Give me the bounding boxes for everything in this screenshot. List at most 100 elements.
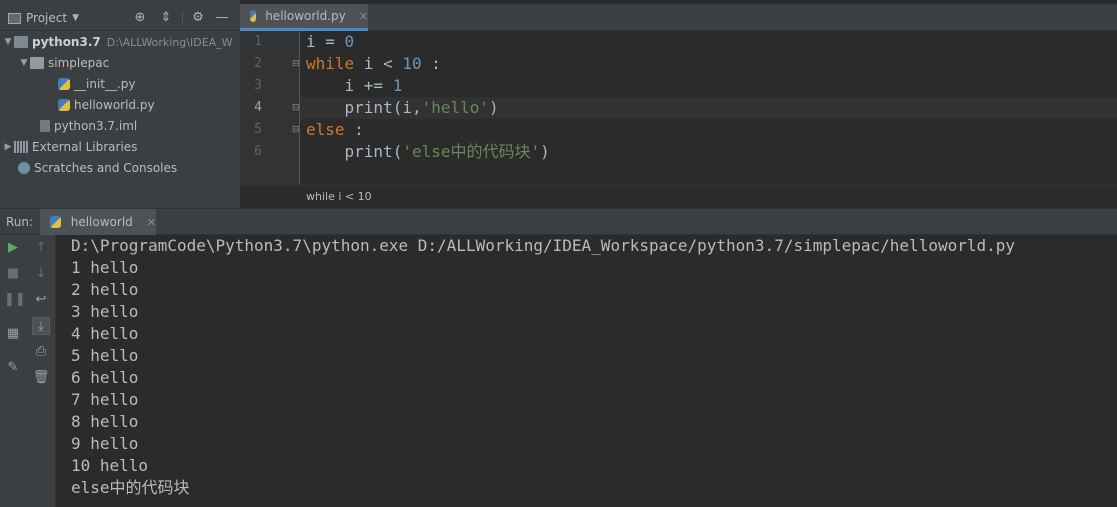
code-token: 0 bbox=[344, 32, 355, 51]
tree-item-simplepac[interactable]: ▼ simplepac bbox=[18, 53, 110, 73]
tab-label: helloworld.py bbox=[265, 9, 346, 23]
code-token: : bbox=[421, 54, 441, 73]
tab-helloworld-py[interactable]: helloworld.py ✕ bbox=[240, 4, 368, 31]
tree-item-label: simplepac bbox=[48, 56, 110, 70]
play-icon[interactable]: ▶ bbox=[4, 239, 22, 257]
folder-icon bbox=[30, 57, 44, 69]
code-token: while bbox=[306, 54, 355, 73]
collapse-icon[interactable]: ⇕ bbox=[158, 10, 174, 26]
console-line: 9 hello bbox=[71, 434, 139, 453]
tab-label: helloworld bbox=[70, 215, 133, 229]
line-number: 6 bbox=[254, 144, 262, 159]
run-tool-window-header: Run: helloworld ✕ bbox=[0, 208, 1117, 235]
project-toolbar: Project ▼ ⊕ ⇕ ⚙ — bbox=[0, 4, 240, 31]
project-view-selector[interactable]: Project ▼ bbox=[8, 10, 79, 26]
fold-icon[interactable]: ⊟ bbox=[292, 97, 300, 119]
code-line: print(i,'hello') bbox=[306, 97, 499, 119]
tree-item-external-libraries[interactable]: ▶ External Libraries bbox=[2, 137, 138, 157]
tree-item-label: __init__.py bbox=[74, 77, 136, 91]
code-token: i = bbox=[306, 32, 345, 51]
console-line: 3 hello bbox=[71, 302, 139, 321]
code-token: ) bbox=[489, 98, 499, 117]
console-line: D:\ProgramCode\Python3.7\python.exe D:/A… bbox=[71, 236, 1016, 255]
code-token: 1 bbox=[392, 76, 403, 95]
code-line: else : bbox=[306, 119, 364, 141]
chevron-down-icon: ▼ bbox=[4, 37, 12, 47]
crosshair-icon[interactable]: ⊕ bbox=[132, 10, 148, 26]
line-number: 3 bbox=[254, 78, 262, 93]
code-token: : bbox=[344, 120, 364, 139]
breadcrumb: while i < 10 bbox=[240, 185, 1117, 208]
code-token: else bbox=[306, 120, 345, 139]
python-file-icon bbox=[58, 78, 70, 90]
tree-item-iml[interactable]: python3.7.iml bbox=[40, 116, 137, 136]
gear-icon[interactable]: ⚙ bbox=[190, 10, 206, 26]
python-file-icon bbox=[250, 10, 257, 22]
code-token: 'else中的代码块' bbox=[402, 142, 541, 161]
console-line: 8 hello bbox=[71, 412, 139, 431]
console-line: 2 hello bbox=[71, 280, 139, 299]
project-path: D:\ALLWorking\IDEA_W bbox=[106, 35, 233, 49]
tab-run-helloworld[interactable]: helloworld ✕ bbox=[40, 209, 156, 235]
wrap-icon[interactable]: ↩ bbox=[32, 291, 50, 309]
code-line: print('else中的代码块') bbox=[306, 141, 550, 163]
console-output[interactable]: D:\ProgramCode\Python3.7\python.exe D:/A… bbox=[56, 235, 1117, 507]
stop-icon[interactable]: ■ bbox=[4, 265, 22, 283]
trash-icon[interactable]: 🗑 bbox=[32, 369, 50, 387]
editor-gutter: 1 2 3 4 5 6 ⊟ ⊟ ⊟ bbox=[240, 31, 300, 185]
tree-item-helloworld-py[interactable]: helloworld.py bbox=[58, 95, 155, 115]
run-label: Run: bbox=[6, 215, 34, 229]
code-token: ) bbox=[540, 142, 550, 161]
tree-item-label: External Libraries bbox=[32, 140, 138, 154]
console-line: 5 hello bbox=[71, 346, 139, 365]
tree-item-project-root[interactable]: ▼ python3.7 D:\ALLWorking\IDEA_W bbox=[2, 32, 233, 52]
chevron-down-icon: ▼ bbox=[72, 13, 79, 23]
tree-item-label: python3.7.iml bbox=[54, 119, 138, 133]
arrow-down-icon[interactable]: ↓ bbox=[32, 265, 50, 283]
project-icon bbox=[8, 12, 21, 24]
folder-icon bbox=[14, 36, 28, 48]
chevron-down-icon: ▼ bbox=[20, 58, 28, 68]
chevron-right-icon: ▶ bbox=[4, 142, 12, 152]
project-panel: Project ▼ ⊕ ⇕ ⚙ — ▼ python3.7 D:\ALLWork… bbox=[0, 0, 240, 208]
tree-item-label: Scratches and Consoles bbox=[34, 161, 178, 175]
fold-icon[interactable]: ⊟ bbox=[292, 53, 300, 75]
arrow-up-icon[interactable]: ↑ bbox=[32, 239, 50, 257]
scratches-icon bbox=[18, 162, 30, 174]
close-icon[interactable]: ✕ bbox=[147, 216, 156, 229]
console-line: 4 hello bbox=[71, 324, 139, 343]
minus-icon[interactable]: — bbox=[214, 10, 230, 26]
line-number: 2 bbox=[254, 56, 262, 71]
console-line: 6 hello bbox=[71, 368, 139, 387]
layout-icon[interactable]: ▦ bbox=[4, 325, 22, 343]
pause-icon[interactable]: ❚❚ bbox=[4, 291, 26, 309]
run-toolbar: ▶ ↑ ■ ↓ ❚❚ ↩ ⤓ ▦ ⎙ ✎ 🗑 bbox=[0, 235, 56, 507]
code-editor[interactable]: i = 0 while i < 10 : i += 1 print(i,'hell… bbox=[300, 31, 1117, 185]
line-number: 1 bbox=[254, 34, 262, 49]
console-line: else中的代码块 bbox=[71, 478, 190, 497]
code-line: i = 0 bbox=[306, 31, 354, 53]
close-icon[interactable]: ✕ bbox=[359, 10, 368, 23]
tree-item-scratches[interactable]: Scratches and Consoles bbox=[18, 158, 177, 178]
library-icon bbox=[14, 141, 28, 153]
scroll-to-end-icon[interactable]: ⤓ bbox=[32, 317, 50, 335]
console-line: 1 hello bbox=[71, 258, 139, 277]
project-title: Project bbox=[26, 11, 68, 25]
line-number: 4 bbox=[254, 100, 262, 115]
code-token: print(i, bbox=[306, 98, 422, 117]
code-token: i += bbox=[306, 76, 393, 95]
code-line: i += 1 bbox=[306, 75, 403, 97]
tree-item-label: helloworld.py bbox=[74, 98, 155, 112]
toolbar-divider bbox=[182, 12, 183, 24]
breadcrumb-item[interactable]: while i < 10 bbox=[306, 190, 372, 203]
code-token: 'hello' bbox=[421, 98, 490, 117]
print-icon[interactable]: ⎙ bbox=[32, 343, 50, 361]
editor-tab-bar: helloworld.py ✕ bbox=[240, 4, 1117, 31]
python-file-icon bbox=[50, 216, 61, 228]
fold-icon[interactable]: ⊟ bbox=[292, 119, 300, 141]
tree-item-init-py[interactable]: __init__.py bbox=[58, 74, 136, 94]
console-line: 7 hello bbox=[71, 390, 139, 409]
code-token: i < bbox=[354, 54, 403, 73]
pin-icon[interactable]: ✎ bbox=[4, 359, 22, 377]
code-token: 10 bbox=[402, 54, 422, 73]
